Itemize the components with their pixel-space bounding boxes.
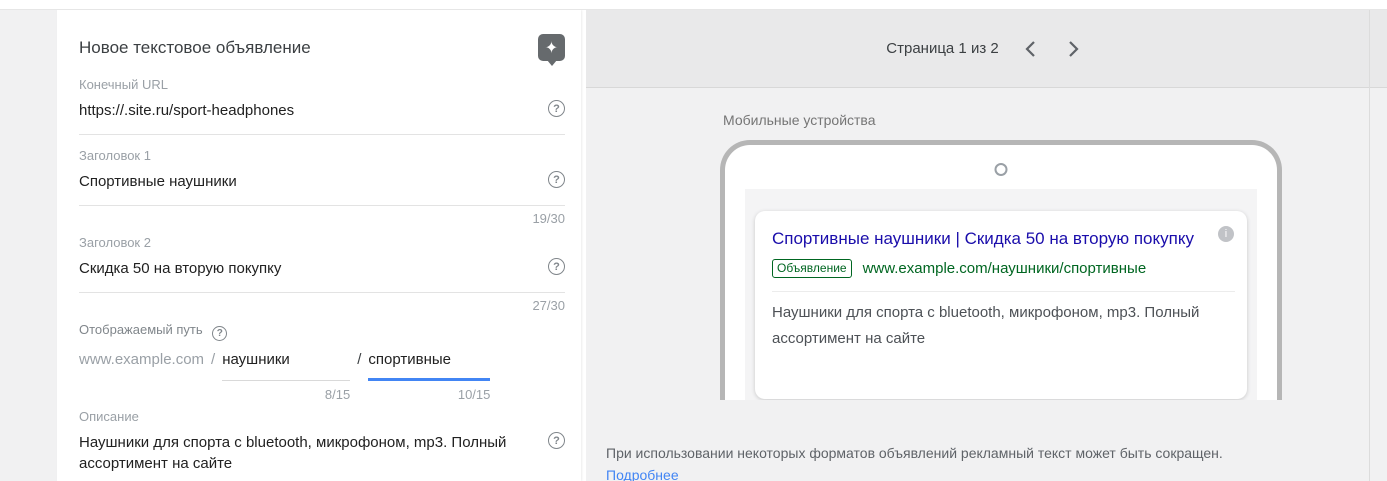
- description-label: Описание: [79, 409, 139, 424]
- preview-disclaimer: При использовании некоторых форматов объ…: [606, 442, 1223, 481]
- display-path1-counter: 8/15: [324, 387, 351, 402]
- chevron-right-icon[interactable]: [1061, 36, 1087, 62]
- help-icon[interactable]: ?: [548, 171, 565, 188]
- display-path-domain: www.example.com: [79, 351, 205, 368]
- device-type-label: Мобильные устройства: [723, 112, 876, 128]
- phone-screen: Спортивные наушники | Скидка 50 на втору…: [745, 189, 1257, 400]
- path-separator: /: [211, 351, 216, 368]
- ad-suggestions-button[interactable]: ✦: [538, 34, 565, 61]
- phone-mockup: Спортивные наушники | Скидка 50 на втору…: [720, 140, 1282, 400]
- display-path-label: Отображаемый путь: [79, 322, 203, 337]
- final-url-input[interactable]: https://.site.ru/sport-headphones: [79, 100, 538, 121]
- ad-preview-description: Наушники для спорта с bluetooth, микрофо…: [772, 304, 1200, 347]
- help-icon[interactable]: ?: [548, 100, 565, 117]
- display-path2-input[interactable]: спортивные: [368, 349, 491, 381]
- ad-preview-card: Спортивные наушники | Скидка 50 на втору…: [755, 211, 1247, 399]
- display-path2-group: спортивные 10/15: [368, 349, 491, 402]
- field-divider: [79, 205, 565, 206]
- headline2-field: Заголовок 2 Скидка 50 на вторую покупку …: [79, 235, 565, 313]
- ad-badge: Объявление: [772, 259, 852, 278]
- display-path1-group: наушники 8/15: [222, 349, 351, 402]
- path-separator: /: [357, 351, 362, 368]
- final-url-label: Конечный URL: [79, 77, 168, 92]
- display-path-field: Отображаемый путь ? www.example.com / на…: [79, 322, 565, 402]
- learn-more-link[interactable]: Подробнее: [606, 467, 679, 481]
- panel-edge-divider: [1369, 10, 1370, 481]
- display-path2-counter: 10/15: [457, 387, 491, 402]
- ad-preview-panel: Страница 1 из 2 Мобильные устройства Спо…: [586, 10, 1387, 481]
- ad-card-divider: [772, 291, 1235, 292]
- description-input[interactable]: Наушники для спорта с bluetooth, микрофо…: [79, 432, 538, 474]
- phone-camera-icon: [994, 163, 1008, 176]
- headline2-label: Заголовок 2: [79, 235, 151, 250]
- chevron-left-icon[interactable]: [1017, 36, 1043, 62]
- disclaimer-text: При использовании некоторых форматов объ…: [606, 445, 1223, 461]
- headline1-counter: 19/30: [532, 211, 565, 226]
- help-icon[interactable]: ?: [212, 326, 228, 341]
- description-field: Описание Наушники для спорта с bluetooth…: [79, 409, 565, 481]
- ad-preview-title: Спортивные наушники | Скидка 50 на втору…: [772, 229, 1194, 248]
- headline1-field: Заголовок 1 Спортивные наушники ? 19/30: [79, 148, 565, 226]
- ad-editor-panel: Новое текстовое объявление ✦ Конечный UR…: [57, 10, 581, 481]
- headline1-label: Заголовок 1: [79, 148, 151, 163]
- preview-pagination-bar: Страница 1 из 2: [586, 10, 1387, 88]
- top-strip: [0, 0, 1387, 10]
- help-icon[interactable]: ?: [548, 258, 565, 275]
- sparkle-icon: ✦: [544, 39, 559, 57]
- field-divider: [79, 134, 565, 135]
- ad-display-url: www.example.com/наушники/спортивные: [862, 260, 1147, 277]
- headline2-counter: 27/30: [532, 298, 565, 313]
- panel-title: Новое текстовое объявление: [79, 38, 311, 57]
- help-icon[interactable]: ?: [548, 432, 565, 449]
- field-divider: [79, 292, 565, 293]
- left-gutter: [0, 10, 57, 481]
- headline1-input[interactable]: Спортивные наушники: [79, 171, 538, 192]
- info-icon[interactable]: i: [1218, 226, 1234, 242]
- display-path1-input[interactable]: наушники: [222, 349, 351, 381]
- final-url-field: Конечный URL https://.site.ru/sport-head…: [79, 77, 565, 135]
- headline2-input[interactable]: Скидка 50 на вторую покупку: [79, 258, 538, 279]
- pagination-label: Страница 1 из 2: [886, 40, 999, 57]
